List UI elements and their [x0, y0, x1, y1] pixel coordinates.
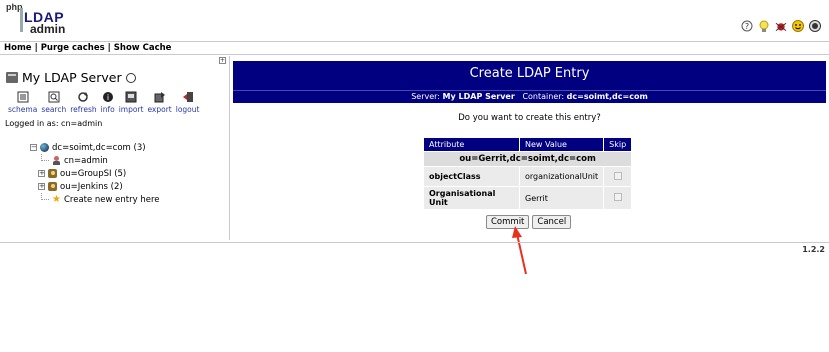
- import-icon: [124, 90, 138, 103]
- server-icon: [6, 72, 18, 83]
- attribute-value: Gerrit: [518, 186, 605, 210]
- toolbar-label: schema: [8, 105, 38, 114]
- globe-icon: [40, 143, 49, 152]
- bug-icon[interactable]: [775, 20, 787, 32]
- toolbar-schema[interactable]: schema: [8, 90, 37, 114]
- column-header: Attribute: [423, 137, 520, 152]
- toolbar-logout[interactable]: logout: [175, 90, 200, 114]
- table-row: Organisational Unit Gerrit: [423, 186, 633, 210]
- menu-bar: Home | Purge caches | Show Cache: [0, 41, 829, 55]
- dn-row: ou=Gerrit,dc=soimt,dc=com: [422, 151, 633, 167]
- column-header: New Value: [518, 137, 605, 152]
- page-header: Create LDAP Entry Server: My LDAP Server…: [233, 61, 826, 103]
- toolbar-label: export: [147, 105, 172, 114]
- collapse-icon[interactable]: −: [30, 144, 37, 151]
- home-link[interactable]: Home: [4, 43, 32, 53]
- attribute-name: objectClass: [423, 166, 520, 187]
- export-icon: [153, 90, 167, 103]
- annotation-arrow: [512, 226, 527, 275]
- info-icon[interactable]: [809, 20, 821, 32]
- bulb-icon[interactable]: [758, 20, 770, 32]
- toolbar-label: import: [118, 105, 144, 114]
- help-icon[interactable]: ?: [741, 20, 753, 32]
- tree-item-label[interactable]: cn=admin: [64, 156, 108, 166]
- column-header: Skip: [603, 137, 633, 152]
- svg-text:?: ?: [745, 22, 749, 31]
- server-name: My LDAP Server: [22, 70, 122, 85]
- table-row: objectClass organizationalUnit: [423, 166, 633, 187]
- attribute-value: organizationalUnit: [518, 166, 605, 187]
- search-icon: [47, 90, 61, 103]
- tree-item-label[interactable]: ou=GroupSI (5): [60, 169, 126, 179]
- tree-item[interactable]: + ou=Jenkins (2): [30, 180, 160, 193]
- page-title: Create LDAP Entry: [469, 66, 590, 81]
- show-cache-link[interactable]: Show Cache: [114, 43, 172, 53]
- create-new-entry-link[interactable]: ★ Create new entry here: [30, 193, 160, 206]
- toolbar-label: info: [100, 105, 115, 114]
- expand-icon[interactable]: +: [38, 170, 45, 177]
- collapse-panel-icon[interactable]: +: [219, 57, 226, 64]
- toolbar-label: search: [41, 105, 67, 114]
- toolbar-info[interactable]: i info: [101, 90, 115, 114]
- tree-item[interactable]: cn=admin: [30, 154, 160, 167]
- container-value: dc=soimt,dc=com: [566, 92, 648, 101]
- info-icon: i: [101, 90, 115, 103]
- ldap-tree: − dc=soimt,dc=com (3) cn=admin + ou=Grou…: [30, 141, 160, 206]
- expand-icon[interactable]: +: [38, 183, 45, 190]
- toolbar-search[interactable]: search: [41, 90, 66, 114]
- skip-checkbox[interactable]: [613, 171, 622, 180]
- svg-text:i: i: [107, 93, 109, 102]
- toolbar-label: logout: [175, 105, 200, 114]
- logged-in-as: Logged in as: cn=admin: [5, 119, 103, 128]
- entry-table: Attribute New Value Skip ou=Gerrit,dc=so…: [422, 137, 633, 210]
- toolbar-refresh[interactable]: refresh: [70, 90, 97, 114]
- clock-icon[interactable]: [125, 72, 136, 83]
- purge-caches-link[interactable]: Purge caches: [41, 43, 105, 53]
- tree-root[interactable]: − dc=soimt,dc=com (3): [30, 141, 160, 154]
- star-icon: ★: [52, 194, 61, 205]
- tree-item-label[interactable]: ou=Jenkins (2): [60, 182, 123, 192]
- org-unit-icon: [48, 169, 57, 178]
- smiley-icon[interactable]: [792, 20, 804, 32]
- server-toolbar: schema search refresh i info import expo…: [8, 90, 199, 114]
- server-title: My LDAP Server: [6, 70, 136, 85]
- confirm-question: Do you want to create this entry?: [458, 113, 601, 123]
- skip-checkbox[interactable]: [613, 193, 622, 201]
- user-icon: [52, 155, 61, 166]
- tree-root-label[interactable]: dc=soimt,dc=com (3): [52, 143, 146, 153]
- cancel-button[interactable]: Cancel: [532, 215, 572, 229]
- logo-admin-text: admin: [30, 22, 66, 36]
- dn-value: ou=Gerrit,dc=soimt,dc=com: [422, 151, 633, 167]
- app-header: php LDAP admin ?: [0, 0, 829, 40]
- toolbar-import[interactable]: import: [118, 90, 144, 114]
- toolbar-label: refresh: [70, 105, 97, 114]
- logout-icon: [181, 90, 195, 103]
- header-icons: ?: [741, 20, 821, 32]
- version-label: 1.2.2: [802, 245, 825, 254]
- schema-icon: [16, 90, 30, 103]
- toolbar-export[interactable]: export: [147, 90, 172, 114]
- server-container-info: Server: My LDAP Server Container: dc=soi…: [233, 90, 826, 103]
- server-tree-panel: + My LDAP Server schema search refresh i…: [0, 56, 230, 240]
- create-new-entry-label[interactable]: Create new entry here: [64, 195, 160, 205]
- menu-separator: |: [34, 43, 38, 53]
- refresh-icon: [76, 90, 90, 103]
- attribute-name: Organisational Unit: [423, 186, 520, 210]
- org-unit-icon: [48, 182, 57, 191]
- phpldapadmin-logo[interactable]: php LDAP admin: [6, 2, 78, 36]
- footer-divider: [0, 242, 829, 243]
- server-value: My LDAP Server: [442, 92, 515, 101]
- tree-item[interactable]: + ou=GroupSI (5): [30, 167, 160, 180]
- menu-separator: |: [107, 43, 111, 53]
